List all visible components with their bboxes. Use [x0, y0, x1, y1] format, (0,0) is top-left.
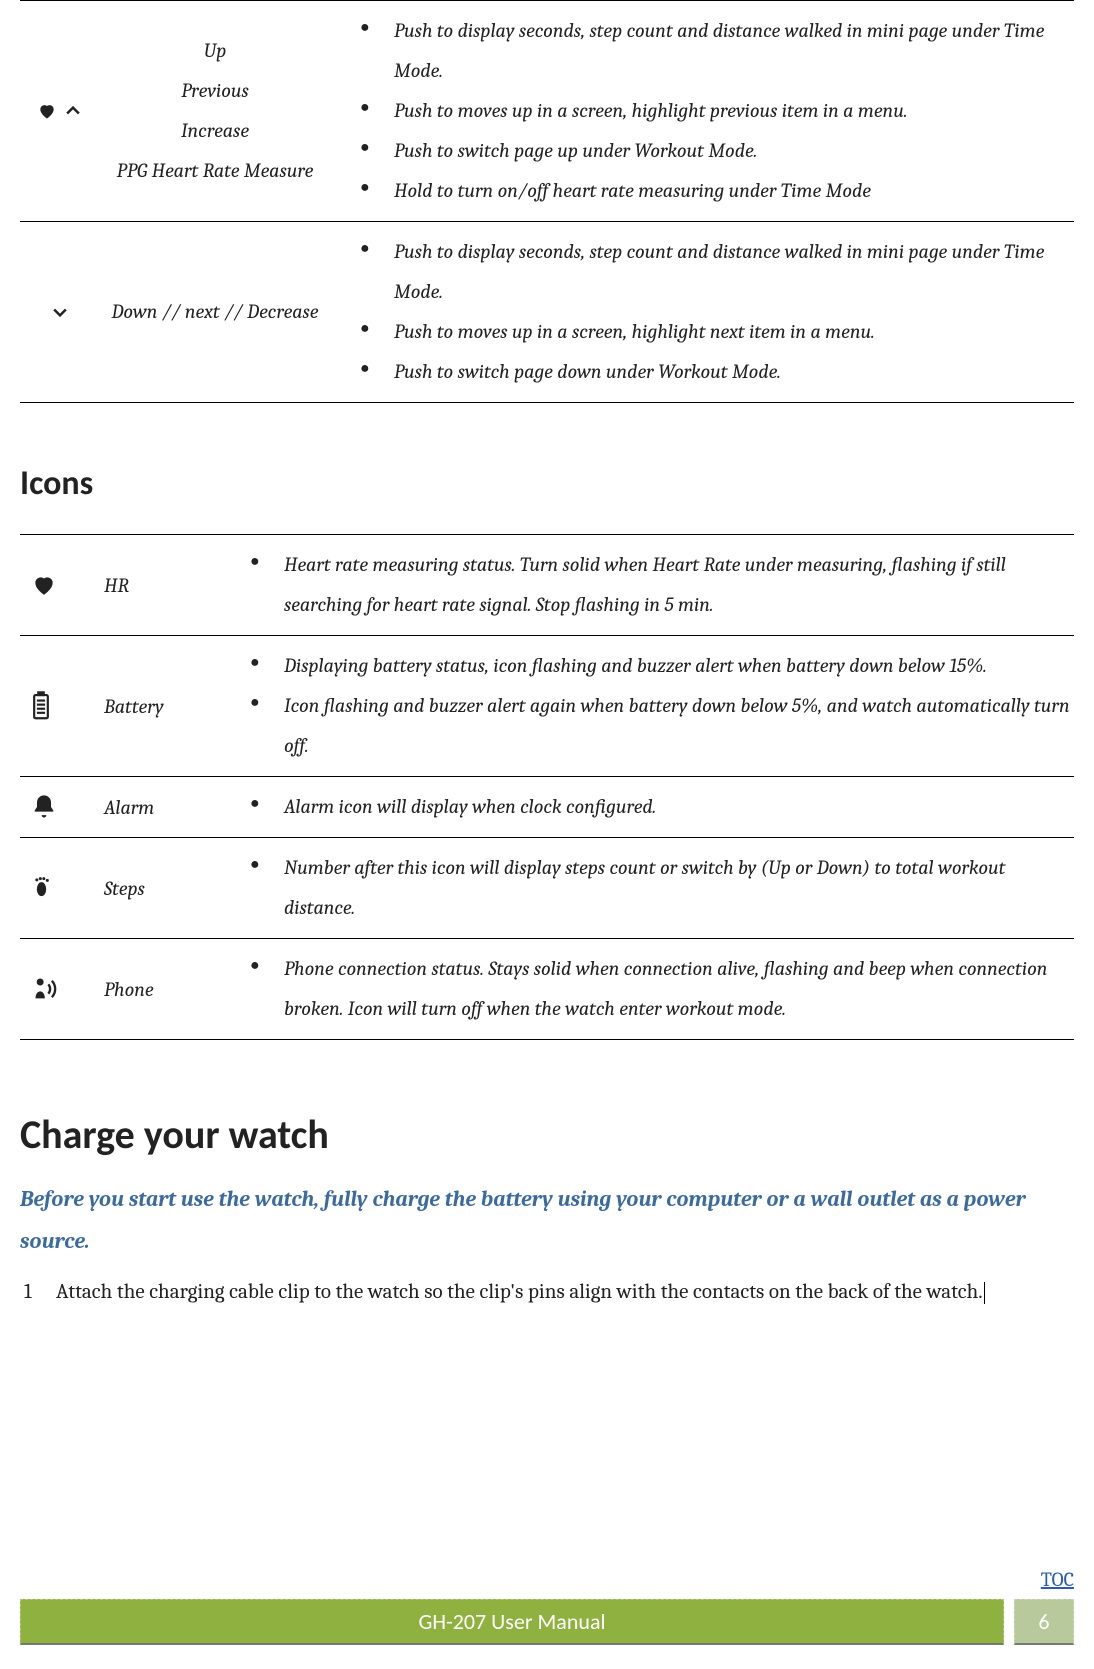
text-cursor — [984, 1282, 985, 1304]
button-desc: Push to display seconds, step count and … — [330, 1, 1074, 222]
button-icon-cell — [20, 1, 100, 222]
footsteps-icon — [30, 874, 60, 902]
label-line: PPG Heart Rate Measure — [100, 151, 330, 191]
desc-item: Push to switch page up under Workout Mod… — [360, 131, 1074, 171]
desc-item: Displaying battery status, icon flashing… — [250, 646, 1074, 686]
desc-item: Icon flashing and buzzer alert again whe… — [250, 686, 1074, 766]
heart-icon — [30, 572, 58, 598]
label-line: Increase — [100, 111, 330, 151]
desc-item: Heart rate measuring status. Turn solid … — [250, 545, 1074, 625]
icon-name: Phone — [100, 939, 220, 1040]
step-text: Attach the charging cable clip to the wa… — [56, 1280, 983, 1304]
icons-heading: Icons — [20, 463, 1074, 504]
chevron-down-icon — [49, 302, 71, 322]
step-item: 1 Attach the charging cable clip to the … — [24, 1273, 1074, 1313]
charge-steps: 1 Attach the charging cable clip to the … — [20, 1273, 1074, 1313]
heart-icon — [36, 101, 58, 121]
buttons-table: Up Previous Increase PPG Heart Rate Meas… — [20, 0, 1074, 403]
footer-page-number: 6 — [1014, 1599, 1074, 1645]
icon-desc: Alarm icon will display when clock confi… — [220, 777, 1074, 838]
page-footer: TOC GH-207 User Manual 6 — [20, 1568, 1074, 1645]
label-line: Down // next // Decrease — [100, 292, 330, 332]
icon-name: Battery — [100, 636, 220, 777]
toc-link[interactable]: TOC — [1041, 1568, 1074, 1591]
bell-icon — [30, 793, 58, 821]
button-label: Down // next // Decrease — [100, 222, 330, 403]
desc-item: Push to moves up in a screen, highlight … — [360, 91, 1074, 131]
button-icon-cell — [20, 222, 100, 403]
label-line: Up — [100, 31, 330, 71]
icon-desc: Phone connection status. Stays solid whe… — [220, 939, 1074, 1040]
battery-icon — [30, 691, 52, 721]
icon-name: Alarm — [100, 777, 220, 838]
desc-item: Push to display seconds, step count and … — [360, 232, 1074, 312]
footer-title: GH-207 User Manual — [20, 1599, 1004, 1645]
icon-cell — [20, 939, 100, 1040]
phone-signal-icon — [30, 975, 62, 1003]
desc-item: Hold to turn on/off heart rate measuring… — [360, 171, 1074, 211]
step-number: 1 — [24, 1273, 32, 1313]
button-label: Up Previous Increase PPG Heart Rate Meas… — [100, 1, 330, 222]
toc-link-wrap: TOC — [20, 1568, 1074, 1591]
icon-name: Steps — [100, 838, 220, 939]
charge-intro: Before you start use the watch, fully ch… — [20, 1179, 1074, 1263]
icon-name: HR — [100, 535, 220, 636]
icon-cell — [20, 838, 100, 939]
chevron-up-icon — [62, 101, 84, 121]
label-line: Previous — [100, 71, 330, 111]
icon-cell — [20, 777, 100, 838]
icon-desc: Number after this icon will display step… — [220, 838, 1074, 939]
desc-item: Number after this icon will display step… — [250, 848, 1074, 928]
icon-desc: Heart rate measuring status. Turn solid … — [220, 535, 1074, 636]
desc-item: Push to moves up in a screen, highlight … — [360, 312, 1074, 352]
desc-item: Alarm icon will display when clock confi… — [250, 787, 1074, 827]
desc-item: Phone connection status. Stays solid whe… — [250, 949, 1074, 1029]
desc-item: Push to display seconds, step count and … — [360, 11, 1074, 91]
icons-table: HR Heart rate measuring status. Turn sol… — [20, 534, 1074, 1040]
icon-cell — [20, 535, 100, 636]
charge-heading: Charge your watch — [20, 1110, 1074, 1159]
desc-item: Push to switch page down under Workout M… — [360, 352, 1074, 392]
button-desc: Push to display seconds, step count and … — [330, 222, 1074, 403]
icon-desc: Displaying battery status, icon flashing… — [220, 636, 1074, 777]
icon-cell — [20, 636, 100, 777]
